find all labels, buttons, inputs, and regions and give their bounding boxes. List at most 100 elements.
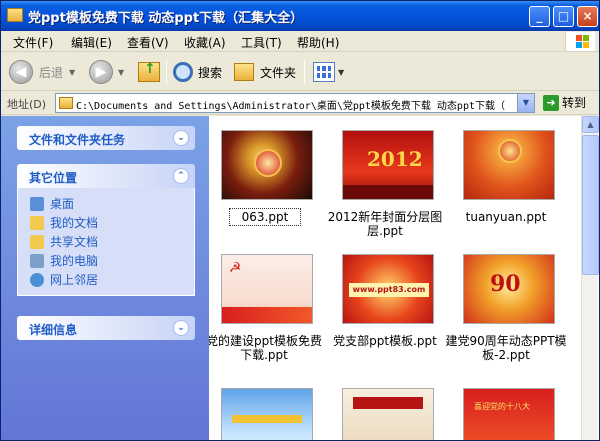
place-label: 我的文档 <box>50 216 99 230</box>
place-link-desktop[interactable]: 桌面 <box>30 194 194 213</box>
scrollbar-thumb[interactable] <box>582 135 599 275</box>
place-label: 网上邻居 <box>50 273 99 287</box>
chevron-up-icon[interactable]: ⌃ <box>173 168 189 184</box>
close-button[interactable]: × <box>577 6 598 27</box>
views-icon <box>313 62 335 82</box>
thumbnail-text: 2012 <box>367 147 423 171</box>
menu-view[interactable]: 查看(V) <box>127 34 169 51</box>
windows-logo-icon <box>565 32 595 51</box>
window-title: 党ppt模板免费下载 动态ppt下载（汇集大全） <box>28 11 304 26</box>
menu-bar: 文件(F) 编辑(E) 查看(V) 收藏(A) 工具(T) 帮助(H) <box>1 31 599 52</box>
up-folder-icon: ↑ <box>138 61 160 82</box>
thumbnail-strip <box>222 307 312 323</box>
forward-button[interactable]: ▶ ▼ <box>89 57 124 87</box>
file-thumbnail <box>221 388 313 440</box>
other-places-list: 桌面 我的文档 共享文档 我的电脑 网上邻居 <box>17 188 195 296</box>
network-places-icon <box>30 272 44 287</box>
forward-dropdown-icon[interactable]: ▼ <box>118 68 124 77</box>
toolbar-separator <box>166 60 167 84</box>
up-button[interactable]: ↑ <box>138 57 160 87</box>
file-tasks-header[interactable]: 文件和文件夹任务 ⌄ <box>17 126 195 150</box>
address-input[interactable]: C:\Documents and Settings\Administrator\… <box>55 93 535 113</box>
explorer-window: 党ppt模板免费下载 动态ppt下载（汇集大全） _ □ × 文件(F) 编辑(… <box>0 0 600 441</box>
back-arrow-icon: ◀ <box>9 60 33 84</box>
file-name: 2012新年封面分层图层.ppt <box>327 210 443 238</box>
place-label: 共享文档 <box>50 235 99 249</box>
address-label: 地址(D) <box>7 98 47 111</box>
thumbnail-text: 90 <box>490 271 521 297</box>
other-places-title: 其它位置 <box>29 171 78 185</box>
hammer-sickle-icon: ☭ <box>228 260 242 276</box>
thumbnail-strip <box>232 415 302 423</box>
chevron-down-icon[interactable]: ⌄ <box>173 320 189 336</box>
search-icon <box>173 62 193 82</box>
other-places-panel: 其它位置 ⌃ 桌面 我的文档 共享文档 我的电脑 网上邻居 <box>17 164 195 296</box>
menu-edit[interactable]: 编辑(E) <box>71 34 112 51</box>
back-button[interactable]: ◀ 后退 ▼ <box>9 57 75 87</box>
file-name: tuanyuan.ppt <box>465 210 547 224</box>
details-title: 详细信息 <box>29 323 78 337</box>
file-thumbnail: ☭ <box>221 254 313 324</box>
folders-button[interactable]: 文件夹 <box>234 57 296 87</box>
toolbar-separator <box>304 60 305 84</box>
go-arrow-icon: ➜ <box>543 94 559 111</box>
title-bar[interactable]: 党ppt模板免费下载 动态ppt下载（汇集大全） _ □ × <box>1 1 599 31</box>
menu-help[interactable]: 帮助(H) <box>297 34 339 51</box>
place-link-shared-documents[interactable]: 共享文档 <box>30 232 194 251</box>
go-label: 转到 <box>562 96 587 110</box>
file-thumbnail <box>221 130 313 200</box>
content-area: 文件和文件夹任务 ⌄ 其它位置 ⌃ 桌面 我的文档 共享文档 我的电脑 网上邻居… <box>1 116 599 440</box>
folders-label: 文件夹 <box>260 65 297 80</box>
file-name: 党的建设ppt模板免费下载.ppt <box>209 334 322 362</box>
vertical-scrollbar[interactable]: ▲ <box>581 116 599 440</box>
menu-tools[interactable]: 工具(T) <box>241 34 282 51</box>
file-thumbnail <box>342 388 434 440</box>
file-name: 党支部ppt模板.ppt <box>333 334 437 348</box>
place-link-my-documents[interactable]: 我的文档 <box>30 213 194 232</box>
other-places-header[interactable]: 其它位置 ⌃ <box>17 164 195 188</box>
party-emblem-icon <box>498 139 522 163</box>
place-label: 桌面 <box>50 197 75 211</box>
thumbnail-text: www.ppt83.com <box>349 283 429 297</box>
file-thumbnail: 喜迎党的十八大 <box>463 388 555 440</box>
file-tasks-panel: 文件和文件夹任务 ⌄ <box>17 126 195 150</box>
address-dropdown-icon[interactable]: ▼ <box>517 94 534 112</box>
file-thumbnail: 90 <box>463 254 555 324</box>
place-label: 我的电脑 <box>50 254 99 268</box>
desktop-icon <box>30 196 44 211</box>
details-header[interactable]: 详细信息 ⌄ <box>17 316 195 340</box>
toolbar: ◀ 后退 ▼ ▶ ▼ ↑ 搜索 文件夹 ▼ <box>1 53 599 91</box>
file-name: 建党90周年动态PPT模板-2.ppt <box>445 334 567 362</box>
forward-arrow-icon: ▶ <box>89 60 113 84</box>
thumbnail-text: 喜迎党的十八大 <box>474 402 530 411</box>
file-view: 063.ppt 2012 2012新年封面分层图层.ppt tuanyuan.p… <box>209 116 581 440</box>
go-button[interactable]: ➜ 转到 <box>543 94 586 111</box>
chevron-down-icon[interactable]: ⌄ <box>173 130 189 146</box>
file-thumbnail: 2012 <box>342 130 434 200</box>
scroll-up-icon[interactable]: ▲ <box>582 116 599 133</box>
menu-file[interactable]: 文件(F) <box>13 34 53 51</box>
file-name: 063.ppt <box>229 208 301 226</box>
thumbnail-strip <box>353 397 423 409</box>
file-tasks-title: 文件和文件夹任务 <box>29 133 126 147</box>
file-thumbnail: www.ppt83.com <box>342 254 434 324</box>
folder-icon <box>7 8 23 22</box>
place-link-my-computer[interactable]: 我的电脑 <box>30 251 194 270</box>
menu-favorites[interactable]: 收藏(A) <box>184 34 226 51</box>
minimize-button[interactable]: _ <box>529 6 550 27</box>
views-button[interactable]: ▼ <box>313 57 344 87</box>
views-dropdown-icon[interactable]: ▼ <box>338 68 344 77</box>
task-pane: 文件和文件夹任务 ⌄ 其它位置 ⌃ 桌面 我的文档 共享文档 我的电脑 网上邻居… <box>1 116 209 440</box>
place-link-network-places[interactable]: 网上邻居 <box>30 270 194 289</box>
file-thumbnail <box>463 130 555 200</box>
my-computer-icon <box>30 253 44 268</box>
search-button[interactable]: 搜索 <box>173 57 222 87</box>
details-panel: 详细信息 ⌄ <box>17 316 195 340</box>
folders-icon <box>234 63 254 81</box>
my-documents-icon <box>30 215 44 230</box>
back-label: 后退 <box>39 65 64 80</box>
maximize-button[interactable]: □ <box>553 6 574 27</box>
back-dropdown-icon[interactable]: ▼ <box>69 68 75 77</box>
folder-icon <box>59 97 73 109</box>
search-label: 搜索 <box>198 65 223 80</box>
